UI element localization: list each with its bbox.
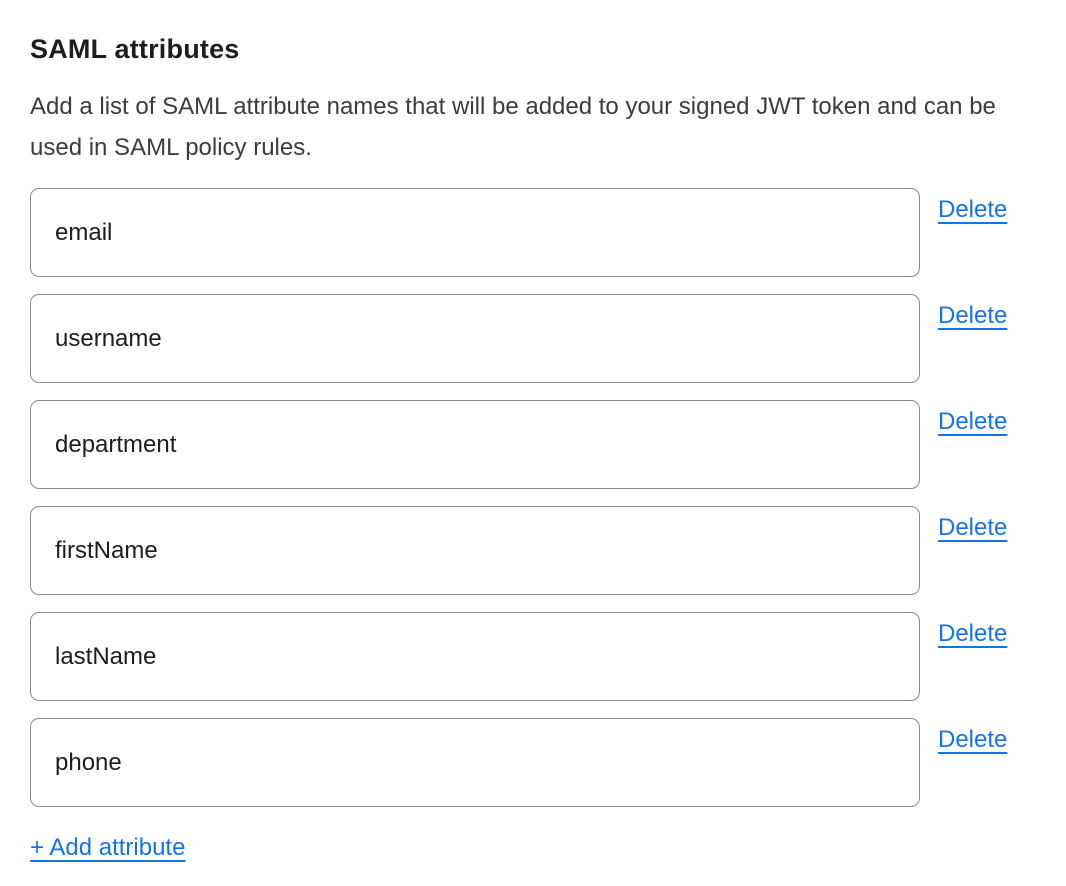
attribute-input[interactable] xyxy=(30,506,920,595)
delete-attribute-link[interactable]: Delete xyxy=(938,196,1007,224)
delete-attribute-link[interactable]: Delete xyxy=(938,514,1007,542)
attribute-row: Delete xyxy=(30,294,1023,383)
attribute-input[interactable] xyxy=(30,612,920,701)
attribute-input[interactable] xyxy=(30,400,920,489)
attribute-input[interactable] xyxy=(30,718,920,807)
delete-attribute-link[interactable]: Delete xyxy=(938,302,1007,330)
delete-attribute-link[interactable]: Delete xyxy=(938,408,1007,436)
attribute-row: Delete xyxy=(30,188,1023,277)
add-attribute-link[interactable]: + Add attribute xyxy=(30,834,185,862)
attribute-input[interactable] xyxy=(30,294,920,383)
delete-attribute-link[interactable]: Delete xyxy=(938,726,1007,754)
attribute-row: Delete xyxy=(30,506,1023,595)
attribute-input[interactable] xyxy=(30,188,920,277)
attribute-row: Delete xyxy=(30,718,1023,807)
delete-attribute-link[interactable]: Delete xyxy=(938,620,1007,648)
saml-attributes-section: SAML attributes Add a list of SAML attri… xyxy=(0,0,1066,886)
attribute-list: Delete Delete Delete Delete Delete Delet… xyxy=(30,188,1023,807)
page-title: SAML attributes xyxy=(30,32,1023,66)
section-description: Add a list of SAML attribute names that … xyxy=(30,86,1023,168)
attribute-row: Delete xyxy=(30,400,1023,489)
attribute-row: Delete xyxy=(30,612,1023,701)
